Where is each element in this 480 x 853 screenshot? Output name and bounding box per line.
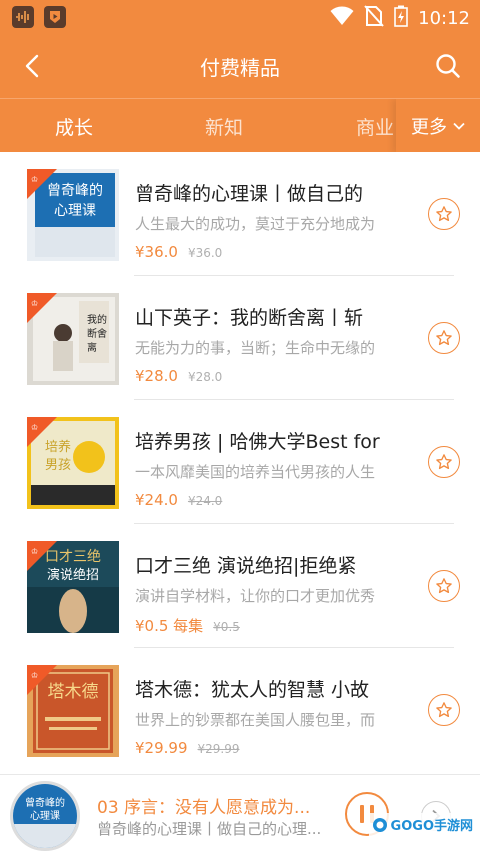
- status-bar: 10:12: [0, 0, 480, 34]
- svg-text:断舍: 断舍: [87, 327, 107, 340]
- watermark: GOGO手游网: [368, 813, 476, 836]
- mini-player[interactable]: 曾奇峰的 心理课 03 序言：没有人愿意成为... 曾奇峰的心理课丨做自己的心理…: [0, 774, 480, 853]
- star-icon: [436, 206, 452, 222]
- star-icon: [436, 702, 452, 718]
- star-icon: [436, 578, 452, 594]
- notification-icons: [12, 6, 66, 28]
- book-description: 世界上的钞票都在美国人腰包里，而: [135, 711, 376, 729]
- book-title: 山下英子：我的断舍离丨斩: [135, 307, 364, 329]
- gogo-logo-icon: [372, 817, 387, 832]
- wifi-icon: [330, 6, 354, 30]
- favorite-button[interactable]: [428, 198, 460, 230]
- book-description: 一本风靡美国的培养当代男孩的人生: [135, 463, 376, 481]
- book-title: 口才三绝 演说绝招|拒绝紧: [135, 555, 357, 577]
- app-header: 付费精品: [0, 34, 480, 98]
- favorite-button[interactable]: [428, 694, 460, 726]
- book-description: 人生最大的成功，莫过于充分地成为: [135, 215, 376, 233]
- book-list: 曾奇峰的 心理课 ♔ 曾奇峰的心理课丨做自己的 人生最大的成功，莫过于充分地成为…: [0, 152, 480, 772]
- price: ¥28.0: [135, 367, 178, 385]
- list-item[interactable]: 培养 男孩 ♔ 培养男孩 | 哈佛大学Best for 一本风靡美国的培养当代男…: [0, 400, 480, 524]
- price-row: ¥24.0 ¥24.0: [135, 491, 222, 509]
- list-item[interactable]: 口才三绝 演说绝招 ♔ 口才三绝 演说绝招|拒绝紧 演讲自学材料，让你的口才更加…: [0, 524, 480, 648]
- book-description: 演讲自学材料，让你的口才更加优秀: [135, 587, 376, 605]
- svg-text:♔: ♔: [31, 671, 38, 680]
- player-cover[interactable]: 曾奇峰的 心理课: [10, 781, 80, 851]
- list-item[interactable]: 曾奇峰的 心理课 ♔ 曾奇峰的心理课丨做自己的 人生最大的成功，莫过于充分地成为…: [0, 152, 480, 276]
- price-row: ¥29.99 ¥29.99: [135, 739, 240, 757]
- category-tabs: 成长 新知 商业 更多: [0, 98, 480, 152]
- svg-text:心理课: 心理课: [54, 203, 96, 219]
- player-track-title: 03 序言：没有人愿意成为...: [97, 798, 311, 818]
- svg-text:曾奇峰的: 曾奇峰的: [25, 796, 65, 809]
- clock: 10:12: [418, 7, 470, 29]
- vip-badge-icon: ♔: [27, 417, 57, 447]
- svg-text:♔: ♔: [31, 175, 38, 184]
- list-item[interactable]: 塔木德 ♔ 塔木德：犹太人的智慧 小故 世界上的钞票都在美国人腰包里，而 ¥29…: [0, 648, 480, 772]
- original-price: ¥28.0: [187, 370, 223, 384]
- price-row: ¥0.5 每集 ¥0.5: [135, 615, 240, 636]
- system-icons: 10:12: [330, 5, 470, 31]
- no-sim-icon: [364, 5, 384, 31]
- favorite-button[interactable]: [428, 446, 460, 478]
- original-price: ¥24.0: [187, 494, 223, 508]
- vip-badge-icon: ♔: [27, 169, 57, 199]
- price-row: ¥36.0 ¥36.0: [135, 243, 222, 261]
- price-row: ¥28.0 ¥28.0: [135, 367, 222, 385]
- pause-icon: [360, 805, 364, 823]
- original-price: ¥0.5: [213, 620, 240, 634]
- original-price: ¥36.0: [187, 246, 223, 260]
- search-icon: [436, 54, 460, 78]
- svg-text:男孩: 男孩: [45, 458, 71, 473]
- price: ¥24.0: [135, 491, 178, 509]
- star-icon: [436, 454, 452, 470]
- book-title: 塔木德：犹太人的智慧 小故: [135, 679, 370, 701]
- book-title: 培养男孩 | 哈佛大学Best for: [135, 431, 380, 453]
- svg-text:离: 离: [87, 341, 97, 354]
- chevron-down-icon: [453, 122, 465, 130]
- book-description: 无能为力的事，当断；生命中无缘的: [135, 339, 376, 357]
- price: ¥36.0: [135, 243, 178, 261]
- more-label: 更多: [411, 117, 447, 138]
- vip-badge-icon: ♔: [27, 293, 57, 323]
- audio-app-icon: [12, 6, 34, 28]
- favorite-button[interactable]: [428, 570, 460, 602]
- svg-text:♔: ♔: [31, 299, 38, 308]
- battery-charging-icon: [394, 5, 408, 31]
- book-title: 曾奇峰的心理课丨做自己的: [135, 183, 364, 205]
- vip-badge-icon: ♔: [27, 665, 57, 695]
- tab-business[interactable]: 商业: [356, 113, 394, 140]
- tab-new-knowledge[interactable]: 新知: [205, 113, 243, 140]
- page-title: 付费精品: [200, 56, 280, 80]
- favorite-button[interactable]: [428, 322, 460, 354]
- tab-growth[interactable]: 成长: [55, 113, 93, 140]
- vip-badge-icon: ♔: [27, 541, 57, 571]
- list-item[interactable]: 我的 断舍 离 ♔ 山下英子：我的断舍离丨斩 无能为力的事，当断；生命中无缘的 …: [0, 276, 480, 400]
- original-price: ¥29.99: [197, 742, 240, 756]
- svg-text:♔: ♔: [31, 547, 38, 556]
- play-app-icon: [44, 6, 66, 28]
- search-button[interactable]: [430, 48, 466, 84]
- more-button[interactable]: 更多: [396, 99, 480, 152]
- star-icon: [436, 330, 452, 346]
- price: ¥0.5 每集: [135, 617, 204, 635]
- watermark-text: GOGO手游网: [390, 819, 473, 834]
- svg-text:我的: 我的: [87, 313, 107, 326]
- player-book-title: 曾奇峰的心理课丨做自己的心理...: [97, 820, 322, 838]
- svg-text:♔: ♔: [31, 423, 38, 432]
- price: ¥29.99: [135, 739, 188, 757]
- svg-text:心理课: 心理课: [30, 810, 60, 822]
